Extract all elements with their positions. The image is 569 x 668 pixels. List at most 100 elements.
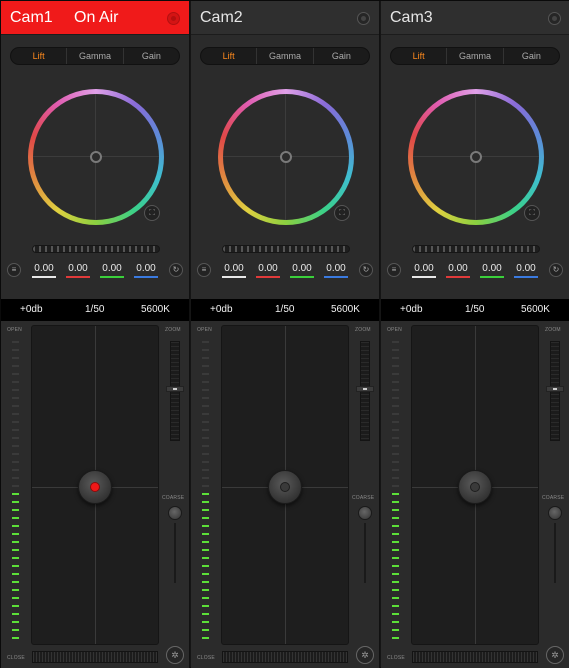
record-dot-icon[interactable] [548,12,561,25]
r-value[interactable]: 0.00 [446,263,470,274]
g-underline [290,276,314,278]
camera-panel-1: Cam1 On Air Lift Gamma Gain ⛶ ≡ 0.00 0.0… [1,1,190,668]
g-value[interactable]: 0.00 [290,263,314,274]
tab-gamma[interactable]: Gamma [66,48,122,64]
shutter-value[interactable]: 1/50 [275,304,294,315]
b-value[interactable]: 0.00 [324,263,348,274]
tab-gain[interactable]: Gain [122,48,179,64]
shutter-value[interactable]: 1/50 [85,304,104,315]
color-wheel-handle[interactable] [90,151,102,163]
iris-meter-segment [202,573,209,575]
g-value[interactable]: 0.00 [100,263,124,274]
expand-icon[interactable]: ⛶ [334,205,350,221]
menu-icon[interactable]: ≡ [7,263,21,277]
expand-icon[interactable]: ⛶ [144,205,160,221]
iris-knob[interactable] [78,470,112,504]
iris-meter-segment [202,509,209,511]
color-wheel-handle[interactable] [280,151,292,163]
g-value[interactable]: 0.00 [480,263,504,274]
coarse-focus-knob[interactable] [548,506,562,520]
focus-dial[interactable] [412,651,538,663]
reset-icon[interactable]: ↻ [359,263,373,277]
iris-meter-segment [392,397,399,399]
menu-icon[interactable]: ≡ [387,263,401,277]
white-balance-value[interactable]: 5600K [331,304,360,315]
b-underline [134,276,158,278]
y-value[interactable]: 0.00 [222,263,246,274]
y-value[interactable]: 0.00 [412,263,436,274]
record-dot-icon[interactable] [167,12,180,25]
gain-value[interactable]: +0db [20,304,43,315]
iris-meter-segment [392,477,399,479]
iris-joystick[interactable] [221,325,349,645]
open-label: OPEN [197,327,212,333]
y-value[interactable]: 0.00 [32,263,56,274]
tab-gain[interactable]: Gain [502,48,559,64]
color-wheel-handle[interactable] [470,151,482,163]
zoom-handle[interactable] [546,386,564,392]
color-wheel[interactable]: ⛶ [28,89,164,225]
camera-header: Cam3 [381,1,569,35]
focus-dial[interactable] [32,651,158,663]
iris-meter-segment [392,493,399,495]
camera-name: Cam1 [10,9,53,26]
auto-iris-icon[interactable]: ✲ [356,646,374,664]
iris-meter-segment [202,365,209,367]
coarse-focus-knob[interactable] [358,506,372,520]
iris-meter-segment [12,477,19,479]
reset-icon[interactable]: ↻ [549,263,563,277]
iris-joystick[interactable] [411,325,539,645]
color-wheel[interactable]: ⛶ [408,89,544,225]
menu-icon[interactable]: ≡ [197,263,211,277]
auto-iris-icon[interactable]: ✲ [166,646,184,664]
y-underline [32,276,56,278]
zoom-label: ZOOM [355,327,371,333]
iris-meter-segment [392,525,399,527]
zoom-handle[interactable] [356,386,374,392]
gain-value[interactable]: +0db [210,304,233,315]
iris-meter-segment [12,573,19,575]
iris-meter-segment [392,581,399,583]
camera-name: Cam3 [390,9,433,26]
iris-meter-segment [12,581,19,583]
iris-meter-segment [12,557,19,559]
iris-meter-segment [12,509,19,511]
iris-meter-segment [12,397,19,399]
record-dot-icon[interactable] [357,12,370,25]
tab-lift[interactable]: Lift [11,48,66,64]
iris-meter-segment [202,589,209,591]
focus-dial[interactable] [222,651,348,663]
r-value[interactable]: 0.00 [66,263,90,274]
white-balance-value[interactable]: 5600K [521,304,550,315]
expand-icon[interactable]: ⛶ [524,205,540,221]
iris-knob[interactable] [458,470,492,504]
coarse-focus-knob[interactable] [168,506,182,520]
tab-gamma[interactable]: Gamma [256,48,312,64]
master-dial[interactable] [222,245,350,253]
auto-iris-icon[interactable]: ✲ [546,646,564,664]
reset-icon[interactable]: ↻ [169,263,183,277]
color-wheel[interactable]: ⛶ [218,89,354,225]
r-value[interactable]: 0.00 [256,263,280,274]
iris-knob[interactable] [268,470,302,504]
zoom-handle[interactable] [166,386,184,392]
iris-meter-segment [12,485,19,487]
shutter-value[interactable]: 1/50 [465,304,484,315]
iris-meter-segment [12,429,19,431]
tab-lift[interactable]: Lift [391,48,446,64]
b-value[interactable]: 0.00 [514,263,538,274]
iris-meter-segment [392,349,399,351]
b-value[interactable]: 0.00 [134,263,158,274]
master-dial[interactable] [32,245,160,253]
iris-meter-segment [202,357,209,359]
iris-meter-segment [202,453,209,455]
white-balance-value[interactable]: 5600K [141,304,170,315]
iris-meter-segment [202,477,209,479]
tab-lift[interactable]: Lift [201,48,256,64]
gain-value[interactable]: +0db [400,304,423,315]
master-dial[interactable] [412,245,540,253]
tab-gamma[interactable]: Gamma [446,48,502,64]
b-underline [514,276,538,278]
iris-joystick[interactable] [31,325,159,645]
tab-gain[interactable]: Gain [312,48,369,64]
